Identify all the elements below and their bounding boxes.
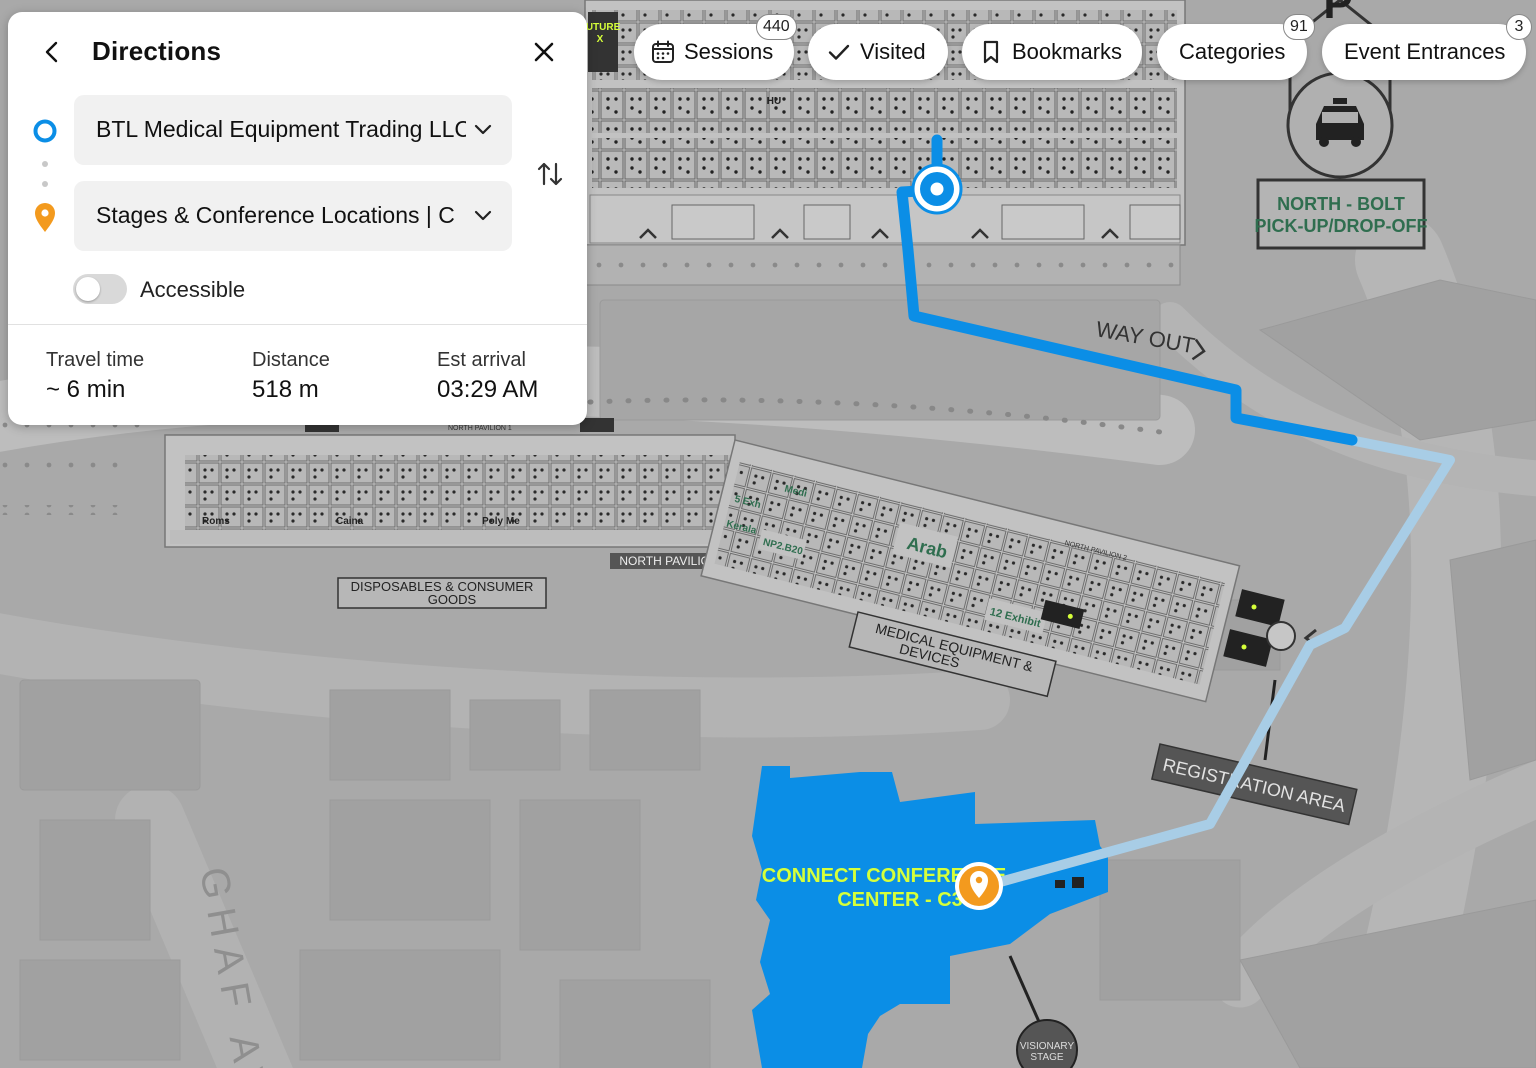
disposables-goods-label: GOODS xyxy=(428,592,477,607)
hu-booth-label: HU xyxy=(767,96,781,107)
travel-time-value: ~ 6 min xyxy=(46,376,126,403)
bookmark-icon xyxy=(983,40,999,64)
center-c3-label: CENTER - C3 xyxy=(837,889,963,911)
close-button[interactable] xyxy=(526,34,562,70)
north-pavilion-1-label: NORTH PAVILION 1 xyxy=(448,425,512,432)
calendar-icon xyxy=(652,40,674,63)
directions-screen: FUTURE X HU P NORTH - BOLT PICK-UP/DROP-… xyxy=(0,0,1536,1068)
check-icon xyxy=(828,44,850,60)
polyme-booth-label: Poly Me xyxy=(482,516,520,527)
categories-count-badge: 91 xyxy=(1283,14,1315,40)
panel-header: Directions xyxy=(8,12,587,92)
destination-pin-icon xyxy=(35,203,55,232)
toggle-knob xyxy=(76,277,100,301)
visited-chip-label: Visited xyxy=(860,39,926,64)
destination-select[interactable]: Stages & Conference Locations | C xyxy=(74,181,512,251)
divider xyxy=(8,324,587,325)
connector-dot xyxy=(42,181,48,187)
travel-time-label: Travel time xyxy=(46,349,145,371)
origin-select-value: BTL Medical Equipment Trading LLC xyxy=(96,116,466,142)
origin-select[interactable]: BTL Medical Equipment Trading LLC xyxy=(74,95,512,165)
svg-text:STAGE: STAGE xyxy=(1030,1052,1063,1063)
arrival-label: Est arrival xyxy=(437,349,526,371)
event-entrances-chip-label: Event Entrances xyxy=(1344,39,1506,64)
accessible-label: Accessible xyxy=(140,277,246,302)
swap-locations-button[interactable] xyxy=(534,158,566,190)
origin-circle-icon xyxy=(33,119,57,143)
bookmarks-chip-label: Bookmarks xyxy=(1012,39,1123,64)
swap-icon xyxy=(537,162,563,186)
arrival-value: 03:29 AM xyxy=(437,376,539,403)
arrival-stat: Est arrival 03:29 AM xyxy=(437,349,538,404)
caina-booth-label: Caina xyxy=(336,516,364,527)
visited-chip[interactable]: Visited xyxy=(808,24,948,80)
panel-title: Directions xyxy=(92,36,222,66)
chevron-left-icon xyxy=(45,41,58,63)
connector-dot xyxy=(42,161,48,167)
directions-panel: Directions BTL Medical Equipment Trading… xyxy=(8,12,587,425)
roms-booth-label: Roms xyxy=(202,516,230,527)
distance-stat: Distance 518 m xyxy=(252,349,330,404)
sessions-chip-label: Sessions xyxy=(684,39,774,64)
origin-marker[interactable] xyxy=(911,163,963,215)
back-button[interactable] xyxy=(36,36,68,68)
distance-value: 518 m xyxy=(252,376,319,403)
distance-label: Distance xyxy=(252,349,330,371)
chevron-down-icon xyxy=(474,124,492,135)
event-entrances-chip[interactable]: Event Entrances 3 xyxy=(1322,14,1532,80)
destination-select-value: Stages & Conference Locations | C xyxy=(96,202,455,228)
destination-marker[interactable] xyxy=(955,862,1003,910)
accessible-toggle[interactable] xyxy=(73,274,127,304)
entrances-count-badge: 3 xyxy=(1506,14,1532,40)
future-x-label: X xyxy=(597,34,604,45)
bookmarks-chip[interactable]: Bookmarks xyxy=(962,24,1142,80)
north-bolt-label: NORTH - BOLT xyxy=(1277,194,1405,214)
chevron-down-icon xyxy=(474,210,492,221)
svg-text:VISIONARY: VISIONARY xyxy=(1020,1041,1075,1052)
travel-time-stat: Travel time ~ 6 min xyxy=(46,349,144,404)
pickup-dropoff-label: PICK-UP/DROP-OFF xyxy=(1255,216,1428,236)
sessions-count-badge: 440 xyxy=(756,14,797,40)
categories-chip[interactable]: Categories 91 xyxy=(1157,14,1315,80)
close-icon xyxy=(534,42,554,62)
categories-chip-label: Categories xyxy=(1179,39,1286,64)
sessions-chip[interactable]: Sessions 440 xyxy=(634,14,797,80)
